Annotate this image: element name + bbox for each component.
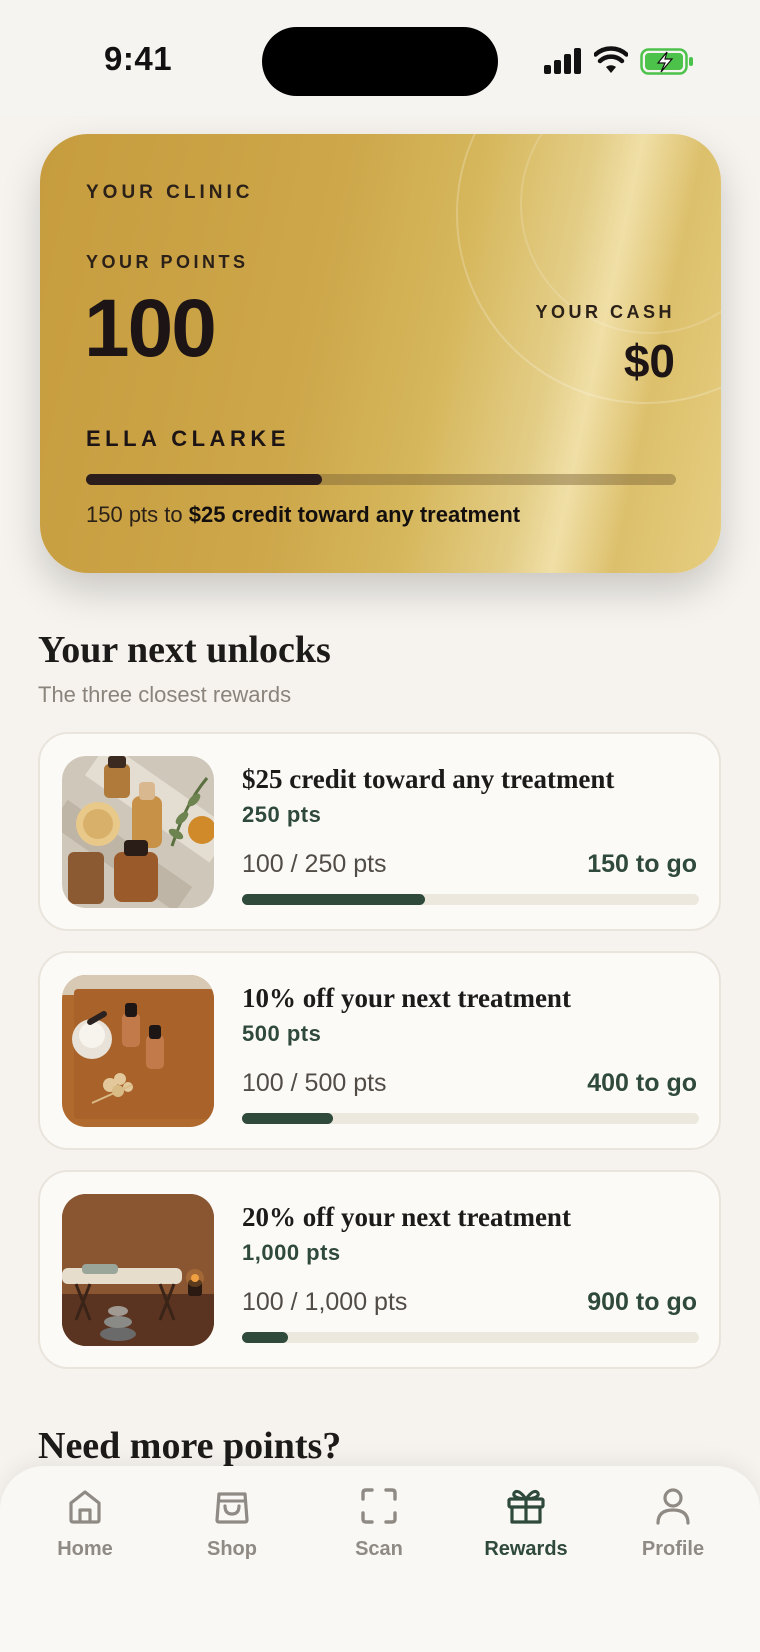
unlocks-title: Your next unlocks (38, 629, 331, 671)
caption-prefix: 150 pts to (86, 502, 183, 527)
cellular-signal-icon (544, 48, 581, 74)
clinic-label: YOUR CLINIC (86, 182, 254, 203)
home-icon (69, 1490, 101, 1524)
cash-label: YOUR CASH (535, 302, 675, 322)
tab-label: Profile (641, 1538, 705, 1560)
loyalty-card[interactable]: YOUR CLINIC YOUR POINTS 100 YOUR CASH $0… (40, 134, 721, 573)
reward-progress-text: 100 / 500 pts (242, 1069, 387, 1097)
shopping-bag-icon (215, 1492, 249, 1524)
scan-icon (361, 1488, 397, 1524)
battery-charging-icon (640, 48, 693, 75)
reward-progress-fill (242, 894, 425, 905)
tab-scan[interactable]: Scan (319, 1484, 439, 1584)
reward-title: $25 credit toward any treatment (242, 764, 615, 794)
reward-points-to-go: 150 to go (587, 850, 697, 878)
reward-card[interactable]: $25 credit toward any treatment 250 pts … (38, 732, 721, 931)
more-points-title: Need more points? (38, 1425, 342, 1467)
card-progress-track (86, 474, 676, 485)
unlocks-subtitle: The three closest rewards (38, 682, 292, 707)
reward-progress-track (242, 894, 699, 905)
user-icon (656, 1488, 690, 1525)
reward-card[interactable]: 20% off your next treatment 1,000 pts 10… (38, 1170, 721, 1369)
gift-icon (507, 1490, 545, 1524)
reward-image-spa-room (62, 1194, 214, 1346)
reward-progress-fill (242, 1332, 288, 1343)
card-progress-caption: 150 pts to $25 credit toward any treatme… (86, 502, 520, 528)
points-value: 100 (84, 283, 217, 374)
tab-bar: Home Shop Scan Rewards Profile (0, 1466, 760, 1652)
points-label: YOUR POINTS (86, 252, 249, 272)
cash-value: $0 (623, 335, 675, 387)
dynamic-island (262, 27, 498, 96)
caption-reward: $25 credit toward any treatment (188, 502, 521, 527)
reward-progress-text: 100 / 1,000 pts (242, 1288, 408, 1316)
reward-points-to-go: 400 to go (587, 1069, 697, 1097)
tab-label: Scan (355, 1538, 403, 1560)
reward-progress-track (242, 1113, 699, 1124)
status-time: 9:41 (104, 40, 173, 77)
reward-title: 10% off your next treatment (242, 983, 571, 1013)
reward-card[interactable]: 10% off your next treatment 500 pts 100 … (38, 951, 721, 1150)
tab-label: Home (57, 1538, 113, 1560)
tab-home[interactable]: Home (25, 1484, 145, 1584)
wifi-icon (594, 46, 628, 73)
member-name: ELLA CLARKE (86, 426, 290, 451)
card-progress-fill (86, 474, 322, 485)
reward-points-to-go: 900 to go (587, 1288, 697, 1316)
tab-shop[interactable]: Shop (172, 1484, 292, 1584)
tab-label: Shop (207, 1538, 257, 1560)
reward-cost: 1,000 pts (242, 1240, 341, 1265)
tab-profile[interactable]: Profile (613, 1484, 733, 1584)
reward-image-oils (62, 975, 214, 1127)
reward-progress-track (242, 1332, 699, 1343)
reward-image-serums (62, 756, 214, 908)
reward-title: 20% off your next treatment (242, 1202, 571, 1232)
reward-progress-text: 100 / 250 pts (242, 850, 387, 878)
reward-cost: 250 pts (242, 802, 322, 827)
reward-progress-fill (242, 1113, 334, 1124)
tab-rewards[interactable]: Rewards (466, 1484, 586, 1584)
tab-label: Rewards (484, 1538, 568, 1560)
reward-cost: 500 pts (242, 1021, 322, 1046)
status-bar: 9:41 (0, 0, 760, 116)
